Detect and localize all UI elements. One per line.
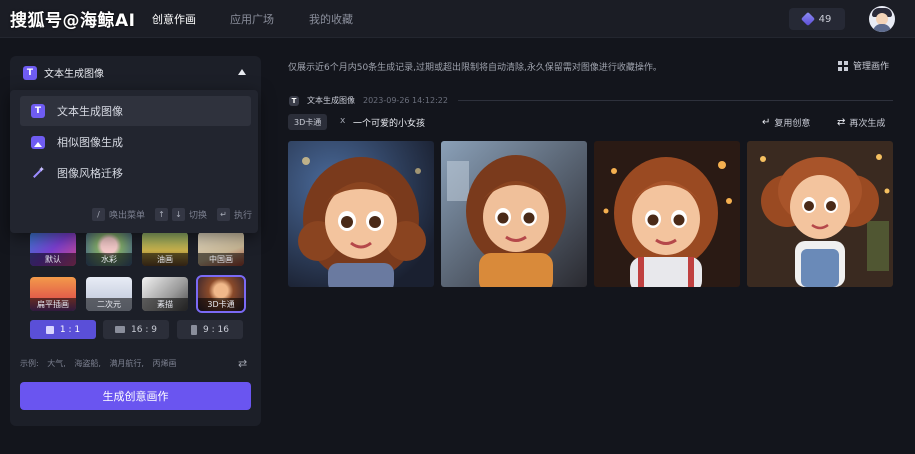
generate-button[interactable]: 生成创意画作 (20, 382, 251, 410)
menu-item-text-to-image[interactable]: T 文本生成图像 (20, 96, 251, 126)
generated-image[interactable] (747, 141, 893, 287)
chevron-up-icon (238, 69, 246, 75)
history-notice: 仅展示近6个月内50条生成记录,过期或超出限制将自动清除,永久保留需对图像进行收… (288, 63, 662, 73)
record-type: 文本生成图像 (307, 96, 355, 105)
tab-my-favorites[interactable]: 我的收藏 (309, 11, 353, 27)
separator: x (340, 116, 346, 126)
prompt-examples: 示例: 大气, 海盗船, 满月航行, 丙烯画 (20, 359, 177, 368)
generated-image[interactable] (594, 141, 740, 287)
prompt-text: 一个可爱的小女孩 (353, 119, 426, 129)
example-item[interactable]: 丙烯画 (153, 359, 177, 368)
tab-app-plaza[interactable]: 应用广场 (230, 11, 274, 27)
square-icon (45, 325, 54, 334)
mode-selector[interactable]: T 文本生成图像 (10, 56, 261, 89)
mode-dropdown-menu: T 文本生成图像 相似图像生成 ✦ 图像风格迁移 / 唤出菜单 ↑ ↓ 切换 ↵… (10, 90, 258, 233)
credits-badge[interactable]: 49 (789, 8, 845, 30)
arrow-up-key: ↑ (154, 207, 168, 221)
style-transfer-icon: ✦ (31, 166, 45, 180)
landscape-icon (115, 326, 126, 333)
avatar[interactable] (869, 6, 895, 32)
slash-key: / (91, 207, 105, 221)
text-to-image-icon: T (31, 104, 45, 118)
style-tile-anime[interactable]: 二次元 (86, 277, 132, 311)
text-icon: T (289, 95, 299, 106)
mode-label: 文本生成图像 (44, 69, 104, 80)
tab-creative-painting[interactable]: 创意作画 (152, 11, 196, 27)
divider (458, 100, 893, 101)
menu-item-similar-image[interactable]: 相似图像生成 (20, 127, 251, 157)
ratio-1-1-button[interactable]: 1 : 1 (30, 320, 96, 339)
reuse-idea-button[interactable]: ↵ 复用创意 (762, 116, 810, 129)
generated-image[interactable] (441, 141, 587, 287)
top-bar: 搜狐号@海鲸AI 创意作画 应用广场 我的收藏 49 (0, 0, 915, 38)
reuse-icon: ↵ (762, 117, 771, 128)
keyboard-hints: / 唤出菜单 ↑ ↓ 切换 ↵ 执行 (10, 204, 258, 224)
style-tile-oil[interactable]: 油画 (142, 232, 188, 266)
credits-count: 49 (818, 13, 832, 25)
portrait-icon (191, 324, 198, 335)
record-header: T 文本生成图像 2023-09-26 14:12:22 (289, 95, 448, 106)
arrow-down-key: ↓ (171, 207, 185, 221)
style-tile-default[interactable]: 默认 (30, 232, 76, 266)
ratio-16-9-button[interactable]: 16 : 9 (103, 320, 169, 339)
shuffle-icon[interactable]: ⇄ (238, 357, 247, 370)
enter-key: ↵ (216, 207, 230, 221)
style-tile-sketch[interactable]: 素描 (142, 277, 188, 311)
grid-icon (838, 60, 848, 71)
style-tile-flat[interactable]: 扁平插画 (30, 277, 76, 311)
similar-image-icon (31, 135, 45, 149)
watermark: 搜狐号@海鲸AI (10, 11, 136, 31)
record-timestamp: 2023-09-26 14:12:22 (363, 96, 448, 105)
style-tile-chinese[interactable]: 中国画 (198, 232, 244, 266)
example-item[interactable]: 满月航行, (109, 359, 144, 368)
example-item[interactable]: 大气, (47, 359, 66, 368)
ratio-9-16-button[interactable]: 9 : 16 (177, 320, 243, 339)
example-item[interactable]: 海盗船, (74, 359, 101, 368)
style-tile-3d-cartoon[interactable]: 3D卡通 (196, 275, 246, 313)
manage-artworks-button[interactable]: 管理画作 (838, 59, 889, 72)
refresh-icon: ⇄ (837, 117, 846, 128)
regenerate-button[interactable]: ⇄ 再次生成 (837, 116, 885, 129)
generated-image[interactable] (288, 141, 434, 287)
gem-icon (800, 11, 815, 27)
menu-item-style-transfer[interactable]: ✦ 图像风格迁移 (20, 158, 251, 188)
style-tile-watercolor[interactable]: 水彩 (86, 232, 132, 266)
text-icon: T (23, 65, 37, 80)
style-tag: 3D卡通 (288, 114, 328, 130)
